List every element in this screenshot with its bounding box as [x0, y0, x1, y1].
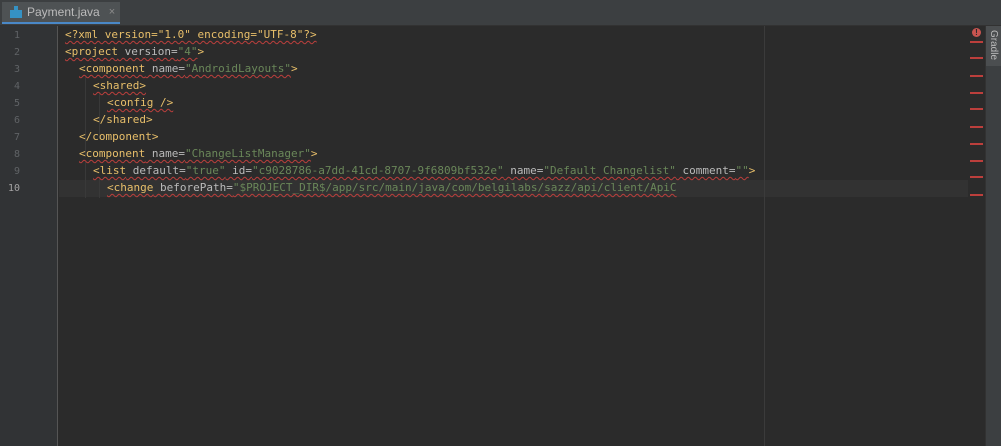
- xml-tag: <shared>: [93, 79, 146, 92]
- indent-guide: [85, 162, 86, 198]
- xml-tag: </component>: [79, 130, 159, 143]
- line-number: 4: [13, 81, 20, 92]
- editor-tab-bar: Payment.java ×: [0, 0, 1001, 26]
- xml-tag: </shared>: [93, 113, 153, 126]
- code-line-10: <change beforePath="$PROJECT_DIR$/app/sr…: [107, 179, 677, 196]
- xml-value: "Default Changelist": [543, 164, 676, 177]
- xml-tag: <config />: [107, 96, 174, 109]
- line-number-gutter: 1 2 3 4 5 6 7 8 9 10: [0, 26, 58, 446]
- java-file-icon: [10, 6, 22, 18]
- close-tab-icon[interactable]: ×: [109, 6, 115, 18]
- error-mark[interactable]: [970, 57, 983, 59]
- error-mark[interactable]: [970, 108, 983, 110]
- xml-tag: <project: [65, 45, 118, 58]
- gradle-tab-label: Gradle: [988, 30, 999, 61]
- xml-attribute: beforePath=: [153, 181, 233, 194]
- code-line-7: </component>: [79, 128, 158, 145]
- xml-attribute: default=: [126, 164, 186, 177]
- xml-tag-end: >: [290, 62, 298, 75]
- code-line-2: <project version="4">: [65, 43, 204, 60]
- xml-attribute: version=: [117, 45, 178, 58]
- code-editor[interactable]: <?xml version="1.0" encoding="UTF-8"?> <…: [59, 26, 984, 446]
- xml-value: "ChangeListManager": [184, 147, 311, 160]
- xml-tag: <change: [107, 181, 154, 194]
- error-mark[interactable]: [970, 160, 983, 162]
- gradle-tool-tab[interactable]: Gradle: [986, 26, 1001, 66]
- xml-attribute: comment=: [675, 164, 736, 177]
- line-number: 9: [13, 166, 20, 177]
- error-mark[interactable]: [970, 143, 983, 145]
- xml-tag-end: >: [310, 147, 318, 160]
- error-mark[interactable]: [970, 194, 983, 196]
- xml-attribute: name=: [145, 147, 185, 160]
- error-mark[interactable]: [970, 75, 983, 77]
- error-mark[interactable]: [970, 41, 983, 43]
- line-number: 3: [13, 64, 20, 75]
- error-indicator-icon[interactable]: !: [972, 28, 981, 37]
- code-line-9: <list default="true" id="c9028786-a7dd-4…: [93, 162, 755, 179]
- line-number: 6: [13, 115, 20, 126]
- indent-guide: [99, 179, 100, 198]
- code-line-6: </shared>: [93, 111, 153, 128]
- right-tool-window-bar: Gradle: [985, 26, 1001, 446]
- line-number: 1: [13, 30, 20, 41]
- code-line-5: <config />: [107, 94, 173, 111]
- error-mark[interactable]: [970, 176, 983, 178]
- xml-value: "AndroidLayouts": [184, 62, 291, 75]
- xml-value: "true": [185, 164, 226, 177]
- xml-value: "4": [177, 45, 198, 58]
- error-mark[interactable]: [970, 92, 983, 94]
- line-number: 8: [13, 149, 20, 160]
- code-line-1: <?xml version="1.0" encoding="UTF-8"?>: [65, 26, 317, 43]
- line-number: 7: [13, 132, 20, 143]
- xml-tag-end: >: [197, 45, 205, 58]
- line-number: 5: [13, 98, 20, 109]
- xml-attribute: name=: [503, 164, 544, 177]
- error-mark[interactable]: [970, 126, 983, 128]
- xml-tag-end: >: [748, 164, 756, 177]
- code-line-8: <component name="ChangeListManager">: [79, 145, 317, 162]
- xml-value: "": [735, 164, 749, 177]
- xml-tag: <component: [79, 147, 146, 160]
- line-number-current: 10: [7, 183, 20, 194]
- right-margin-guide: [764, 26, 765, 446]
- line-number: 2: [13, 47, 20, 58]
- xml-tag: <component: [79, 62, 146, 75]
- xml-declaration: <?xml version="1.0" encoding="UTF-8"?>: [65, 28, 317, 41]
- editor-tab-payment-java[interactable]: Payment.java ×: [2, 2, 120, 24]
- code-line-3: <component name="AndroidLayouts">: [79, 60, 298, 77]
- xml-tag: <list: [93, 164, 127, 177]
- xml-attribute: id=: [225, 164, 252, 177]
- xml-value: "$PROJECT_DIR$/app/src/main/java/com/bel…: [232, 181, 677, 194]
- xml-attribute: name=: [145, 62, 185, 75]
- xml-value: "c9028786-a7dd-41cd-8707-9f6809bf532e": [251, 164, 504, 177]
- code-line-4: <shared>: [93, 77, 146, 94]
- tab-filename: Payment.java: [27, 5, 100, 19]
- error-stripe[interactable]: [968, 26, 985, 446]
